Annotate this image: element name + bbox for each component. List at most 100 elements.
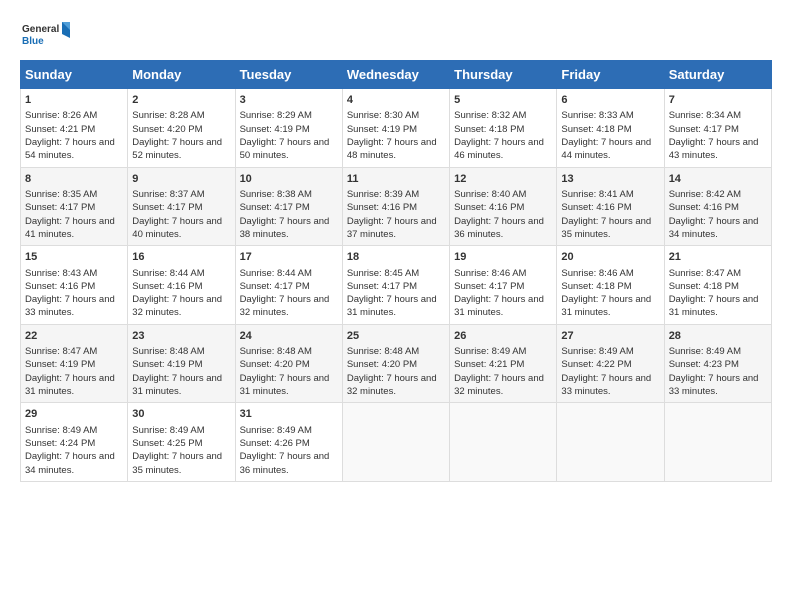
calendar-cell: 5 Sunrise: 8:32 AM Sunset: 4:18 PM Daylight… xyxy=(450,89,557,168)
calendar-cell: 2Sunrise: 8:28 AMSunset: 4:20 PMDaylight… xyxy=(128,89,235,168)
day-number: 22 xyxy=(25,329,123,344)
daylight: Daylight: 7 hours and 31 minutes. xyxy=(561,294,651,318)
sunrise: Sunrise: 8:29 AM xyxy=(240,110,312,121)
daylight: Daylight: 7 hours and 31 minutes. xyxy=(240,373,330,397)
sunrise: Sunrise: 8:39 AM xyxy=(347,189,419,200)
sunset: Sunset: 4:20 PM xyxy=(347,359,417,370)
daylight: Daylight: 7 hours and 35 minutes. xyxy=(561,216,651,240)
day-number: 26 xyxy=(454,329,552,344)
sunrise: Sunrise: 8:46 AM xyxy=(454,268,526,279)
sunset: Sunset: 4:18 PM xyxy=(561,281,631,292)
day-number: 21 xyxy=(669,250,767,265)
calendar-cell xyxy=(342,403,449,482)
sunset: Sunset: 4:21 PM xyxy=(454,359,524,370)
sunset: Sunset: 4:17 PM xyxy=(240,281,310,292)
day-number: 6 xyxy=(561,93,659,108)
sunrise: Sunrise: 8:44 AM xyxy=(240,268,312,279)
day-number: 5 xyxy=(454,93,552,108)
sunrise: Sunrise: 8:48 AM xyxy=(132,346,204,357)
calendar-week-2: 8Sunrise: 8:35 AMSunset: 4:17 PMDaylight… xyxy=(21,167,772,246)
sunset: Sunset: 4:17 PM xyxy=(454,281,524,292)
calendar-cell: 23Sunrise: 8:48 AMSunset: 4:19 PMDayligh… xyxy=(128,324,235,403)
calendar-cell: 10Sunrise: 8:38 AMSunset: 4:17 PMDayligh… xyxy=(235,167,342,246)
sunset: Sunset: 4:17 PM xyxy=(347,281,417,292)
sunset: Sunset: 4:16 PM xyxy=(669,202,739,213)
day-number: 9 xyxy=(132,172,230,187)
day-number: 16 xyxy=(132,250,230,265)
sunset: Sunset: 4:19 PM xyxy=(347,124,417,135)
header-day-friday: Friday xyxy=(557,61,664,89)
sunrise: Sunrise: 8:42 AM xyxy=(669,189,741,200)
calendar-week-3: 15Sunrise: 8:43 AMSunset: 4:16 PMDayligh… xyxy=(21,246,772,325)
header-day-tuesday: Tuesday xyxy=(235,61,342,89)
day-number: 23 xyxy=(132,329,230,344)
sunset: Sunset: 4:18 PM xyxy=(561,124,631,135)
sunrise: Sunrise: 8:37 AM xyxy=(132,189,204,200)
calendar-cell: 27Sunrise: 8:49 AMSunset: 4:22 PMDayligh… xyxy=(557,324,664,403)
sunset: Sunset: 4:20 PM xyxy=(132,124,202,135)
sunset: Sunset: 4:21 PM xyxy=(25,124,95,135)
header: General Blue xyxy=(20,18,772,54)
daylight: Daylight: 7 hours and 41 minutes. xyxy=(25,216,115,240)
daylight: Daylight: 7 hours and 35 minutes. xyxy=(132,451,222,475)
daylight: Daylight: 7 hours and 46 minutes. xyxy=(454,137,544,161)
day-number: 25 xyxy=(347,329,445,344)
page-container: General Blue SundayMondayTuesdayWednesda… xyxy=(0,0,792,492)
daylight: Daylight: 7 hours and 34 minutes. xyxy=(25,451,115,475)
sunrise: Sunrise: 8:40 AM xyxy=(454,189,526,200)
calendar-cell: 28Sunrise: 8:49 AMSunset: 4:23 PMDayligh… xyxy=(664,324,771,403)
calendar-cell: 15Sunrise: 8:43 AMSunset: 4:16 PMDayligh… xyxy=(21,246,128,325)
day-number: 20 xyxy=(561,250,659,265)
sunrise: Sunrise: 8:33 AM xyxy=(561,110,633,121)
sunset: Sunset: 4:20 PM xyxy=(240,359,310,370)
sunrise: Sunrise: 8:48 AM xyxy=(347,346,419,357)
header-day-wednesday: Wednesday xyxy=(342,61,449,89)
daylight: Daylight: 7 hours and 31 minutes. xyxy=(347,294,437,318)
sunset: Sunset: 4:17 PM xyxy=(240,202,310,213)
sunrise: Sunrise: 8:49 AM xyxy=(25,425,97,436)
day-number: 19 xyxy=(454,250,552,265)
calendar-cell: 8Sunrise: 8:35 AMSunset: 4:17 PMDaylight… xyxy=(21,167,128,246)
daylight: Daylight: 7 hours and 32 minutes. xyxy=(454,373,544,397)
sunset: Sunset: 4:24 PM xyxy=(25,438,95,449)
daylight: Daylight: 7 hours and 31 minutes. xyxy=(132,373,222,397)
sunrise: Sunrise: 8:49 AM xyxy=(669,346,741,357)
calendar-cell: 20 Sunrise: 8:46 AM Sunset: 4:18 PM Dayligh… xyxy=(557,246,664,325)
sunrise: Sunrise: 8:38 AM xyxy=(240,189,312,200)
daylight: Daylight: 7 hours and 34 minutes. xyxy=(669,216,759,240)
sunrise: Sunrise: 8:32 AM xyxy=(454,110,526,121)
header-day-thursday: Thursday xyxy=(450,61,557,89)
calendar-cell: 6Sunrise: 8:33 AMSunset: 4:18 PMDaylight… xyxy=(557,89,664,168)
day-number: 11 xyxy=(347,172,445,187)
calendar-header-row: SundayMondayTuesdayWednesdayThursdayFrid… xyxy=(21,61,772,89)
daylight: Daylight: 7 hours and 31 minutes. xyxy=(454,294,544,318)
sunrise: Sunrise: 8:44 AM xyxy=(132,268,204,279)
calendar-cell: 30Sunrise: 8:49 AMSunset: 4:25 PMDayligh… xyxy=(128,403,235,482)
sunrise: Sunrise: 8:41 AM xyxy=(561,189,633,200)
svg-text:Blue: Blue xyxy=(22,36,44,47)
sunset: Sunset: 4:17 PM xyxy=(25,202,95,213)
calendar-cell: 7Sunrise: 8:34 AMSunset: 4:17 PMDaylight… xyxy=(664,89,771,168)
logo-svg: General Blue xyxy=(20,18,70,54)
day-number: 29 xyxy=(25,407,123,422)
sunrise: Sunrise: 8:35 AM xyxy=(25,189,97,200)
daylight: Daylight: 7 hours and 33 minutes. xyxy=(25,294,115,318)
calendar-cell: 21Sunrise: 8:47 AMSunset: 4:18 PMDayligh… xyxy=(664,246,771,325)
calendar-cell: 29 Sunrise: 8:49 AM Sunset: 4:24 PM Dayligh… xyxy=(21,403,128,482)
svg-text:General: General xyxy=(22,24,59,35)
day-number: 10 xyxy=(240,172,338,187)
calendar-cell: 18Sunrise: 8:45 AMSunset: 4:17 PMDayligh… xyxy=(342,246,449,325)
logo: General Blue xyxy=(20,18,70,54)
day-number: 13 xyxy=(561,172,659,187)
daylight: Daylight: 7 hours and 32 minutes. xyxy=(132,294,222,318)
sunset: Sunset: 4:16 PM xyxy=(561,202,631,213)
calendar-cell: 3Sunrise: 8:29 AMSunset: 4:19 PMDaylight… xyxy=(235,89,342,168)
sunrise: Sunrise: 8:49 AM xyxy=(240,425,312,436)
daylight: Daylight: 7 hours and 37 minutes. xyxy=(347,216,437,240)
day-number: 24 xyxy=(240,329,338,344)
sunrise: Sunrise: 8:46 AM xyxy=(561,268,633,279)
sunset: Sunset: 4:18 PM xyxy=(454,124,524,135)
sunrise: Sunrise: 8:49 AM xyxy=(561,346,633,357)
daylight: Daylight: 7 hours and 31 minutes. xyxy=(25,373,115,397)
daylight: Daylight: 7 hours and 33 minutes. xyxy=(561,373,651,397)
